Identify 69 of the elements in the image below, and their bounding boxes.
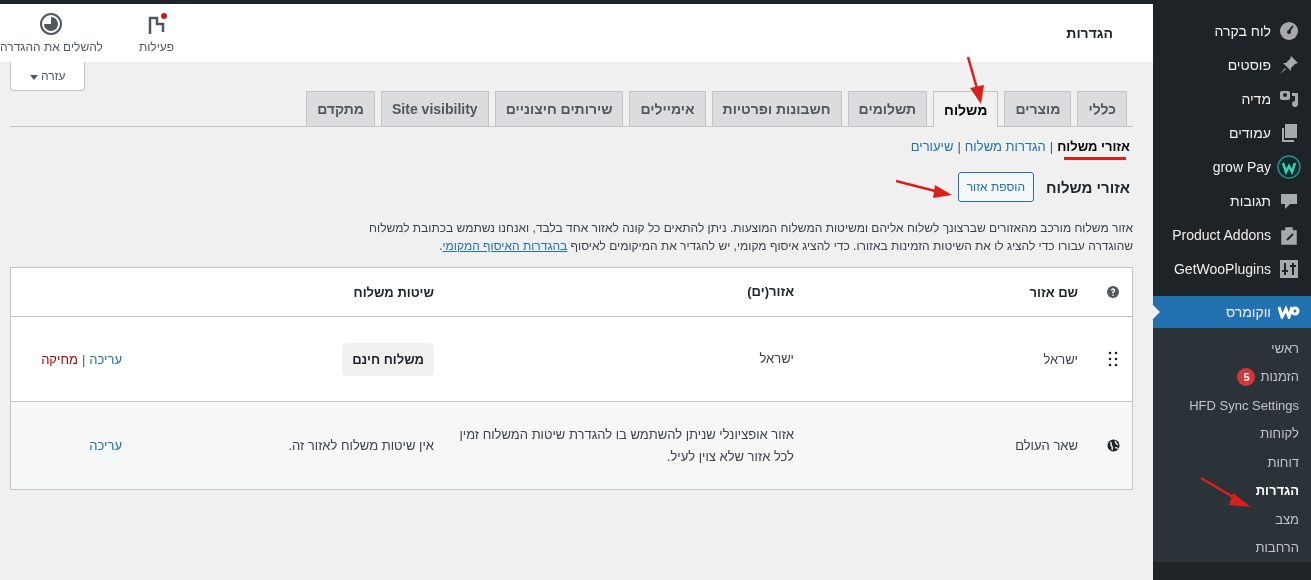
subnav-link[interactable]: הגדרות משלוח [964,138,1046,154]
sidebar-item[interactable]: פוסטים [1153,48,1311,82]
globe-icon [1106,439,1120,452]
sidebar-item[interactable]: ווקומרס [1153,296,1311,328]
sidebar-item[interactable]: לוח בקרה [1153,14,1311,48]
header-action[interactable]: פעילות [138,12,175,54]
separator: | [1049,138,1054,154]
zone-regions: ישראל [759,351,794,366]
drag-handle-icon[interactable] [1108,351,1118,367]
zone-name: ישראל [1043,351,1078,367]
bag-icon [1279,225,1299,245]
annotation-underline [1064,157,1126,160]
settings-tab[interactable]: מתקדם [306,91,376,126]
pages-icon [1279,123,1299,143]
settings-tab[interactable]: תשלומים [847,91,928,126]
separator: | [81,351,86,367]
sliders-icon [1279,259,1299,279]
submenu-item[interactable]: הרחבות [1153,533,1311,562]
edit-link[interactable]: עריכה [89,438,122,453]
progress-circle-icon [39,12,64,36]
count-badge: 5 [1237,367,1256,386]
header-action[interactable]: להשלים את ההגדרה [0,12,103,54]
settings-tab[interactable]: שירותים חיצוניים [494,91,624,126]
settings-tab[interactable]: כללי [1077,91,1127,126]
annotation-arrow [895,179,953,201]
column-header: אזור(ים) [747,284,794,299]
submenu-item[interactable]: HFD Sync Settings [1153,391,1311,420]
sidebar-item[interactable]: תגובות [1153,184,1311,218]
submenu-item[interactable]: ראשי [1153,334,1311,363]
add-zone-button[interactable]: הוספת אזור [957,172,1034,202]
help-icon [1107,286,1119,298]
sidebar-item[interactable]: מדיה [1153,82,1311,116]
local-pickup-link[interactable]: בהגדרות האיסוף המקומי [442,239,568,253]
subnav-link[interactable]: אזורי משלוח [1057,138,1130,154]
comment-icon [1279,191,1299,211]
grow-logo-icon [1277,155,1301,179]
sidebar-item[interactable]: עמודים [1153,116,1311,150]
woo-logo-icon [1278,305,1300,319]
separator: | [957,138,961,154]
submenu-item[interactable]: דוחות [1153,448,1311,477]
section-title: אזורי משלוח [1046,178,1130,196]
caret-down-icon [29,75,38,80]
submenu-item[interactable]: הגדרות [1153,476,1311,505]
annotation-arrow [1200,477,1252,509]
media-icon [1279,89,1299,109]
sidebar-item[interactable]: grow Pay [1153,150,1311,184]
settings-tab[interactable]: Site visibility [381,91,489,126]
sidebar-item[interactable]: GetWooPlugins [1153,252,1311,286]
subnav-link[interactable]: שיעורים [910,138,954,154]
column-header: שם אזור [1029,284,1078,300]
settings-tab[interactable]: אימיילים [629,91,706,126]
no-methods-note: אין שיטות משלוח לאזור זה. [288,438,434,453]
column-header: שיטות משלוח [353,284,434,300]
delete-link[interactable]: מחיקה [41,351,78,367]
zone-regions: אזור אופציונלי שניתן להשתמש בו להגדרת שיטות המשלוח זמין לכל אזור שלא צוין לעיל. [459,426,794,464]
zone-name: שאר העולם [1015,438,1078,453]
settings-tab[interactable]: משלוח [933,91,999,127]
sidebar-item[interactable]: Product Addons [1153,218,1311,252]
gauge-icon [1279,21,1299,41]
settings-tab[interactable]: חשבונות ופרטיות [711,91,842,126]
settings-tab[interactable]: מוצרים [1004,91,1072,126]
help-button[interactable]: עזרה [10,62,85,91]
pin-icon [1279,55,1299,75]
submenu-item[interactable]: לקוחות [1153,419,1311,448]
section-description: אזור משלוח מורכב מהאזורים שברצונך לשלוח אליהם ומשיטות המשלוח המוצעות. ניתן להתאים כל קונה לאזור אחד בלבד, ואנחנו נשתמש בכתובת למשלוח שהוגדרה עבורו כדי להציג לו את השיטות הזמינות באזורו. כדי להציג איסוף מקומי, יש להגדיר את המיקומים לאיסוף בהגדרות האיסוף המקומי. [368,220,1133,255]
edit-link[interactable]: עריכה [89,351,122,367]
page-title: הגדרות [1066,25,1113,41]
shipping-method-chip: משלוח חינם [342,342,434,376]
submenu-item[interactable]: מצב [1153,505,1311,534]
